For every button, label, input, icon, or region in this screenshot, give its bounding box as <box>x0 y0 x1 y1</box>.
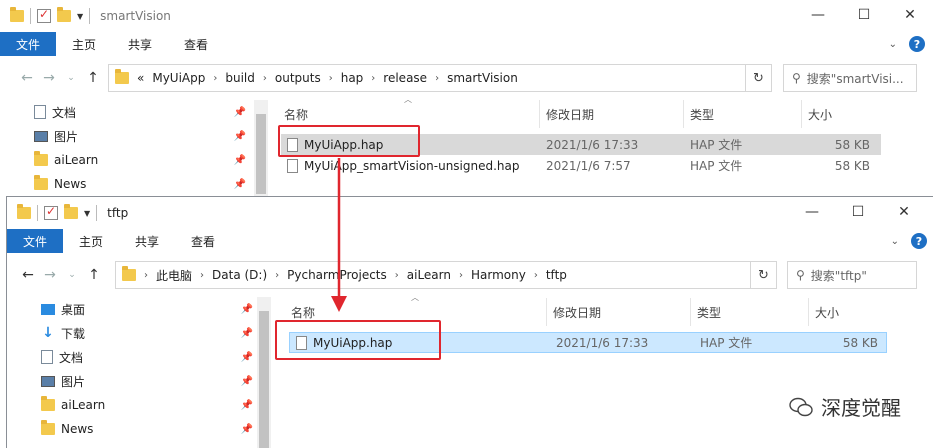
arrow-head <box>331 296 347 312</box>
copy-arrow <box>331 158 347 312</box>
watermark: 深度觉醒 <box>789 392 901 421</box>
watermark-text: 深度觉醒 <box>821 396 901 420</box>
wechat-icon <box>789 397 813 416</box>
